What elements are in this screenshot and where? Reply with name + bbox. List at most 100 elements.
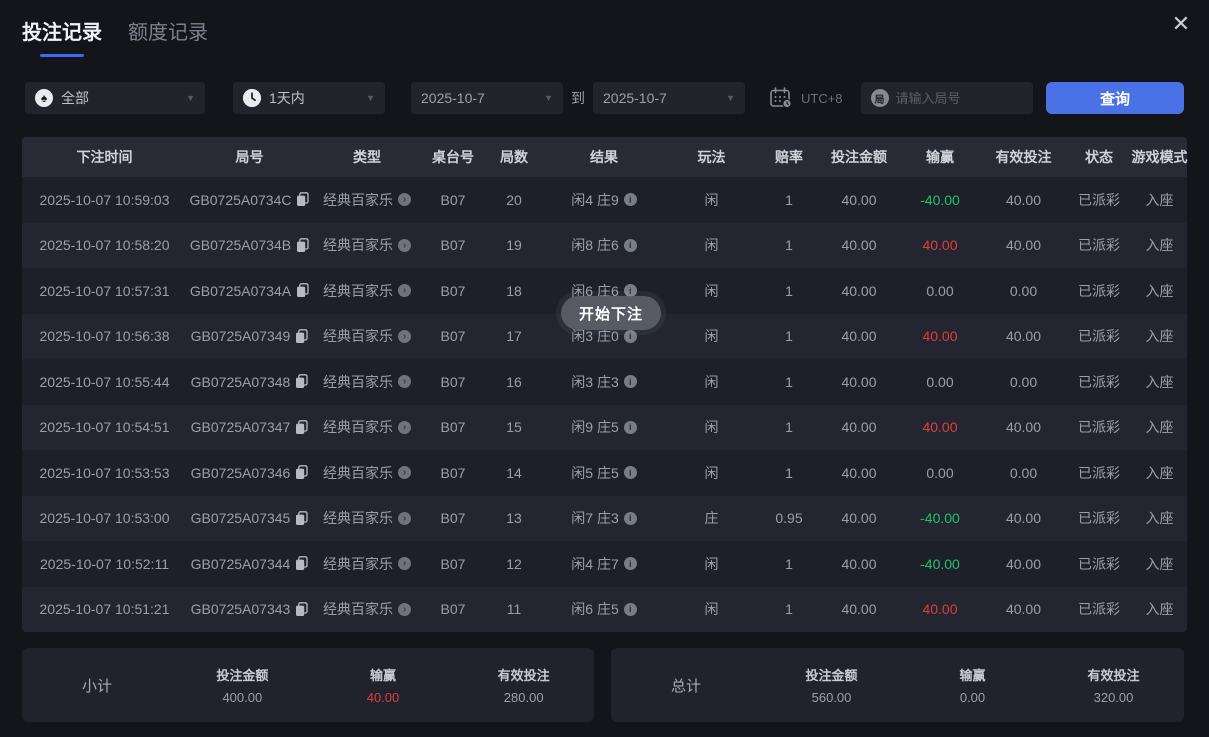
game-mode: 入座 (1132, 541, 1187, 587)
valid-bet-text: 40.00 (1006, 510, 1041, 526)
play-type-text: 闲 (705, 190, 719, 210)
game-info-icon[interactable]: › (398, 466, 411, 479)
game-info-icon[interactable]: › (398, 557, 411, 570)
round-search-input[interactable] (896, 91, 1023, 106)
play-type: 闲 (664, 177, 759, 223)
game-info-icon[interactable]: › (398, 239, 411, 252)
copy-icon[interactable] (295, 556, 308, 571)
bet-amount: 40.00 (819, 268, 899, 314)
game-type-text: 经典百家乐 (323, 281, 393, 301)
copy-icon[interactable] (295, 465, 308, 480)
bet-time-text: 2025-10-07 10:56:38 (40, 328, 170, 344)
valid-bet-text: 0.00 (1010, 465, 1037, 481)
game-info-icon[interactable]: › (398, 421, 411, 434)
game-info-icon[interactable]: › (398, 193, 411, 206)
round-number-text: 20 (506, 192, 522, 208)
valid-bet: 0.00 (981, 450, 1066, 496)
result-info-icon[interactable]: i (624, 193, 637, 206)
game-mode-text: 入座 (1146, 554, 1174, 574)
table-row: 2025-10-07 10:52:11GB0725A07344经典百家乐›B07… (22, 541, 1187, 587)
status-text: 已派彩 (1078, 554, 1120, 574)
result-info-icon[interactable]: i (624, 421, 637, 434)
copy-icon[interactable] (295, 420, 308, 435)
status-text: 已派彩 (1078, 326, 1120, 346)
table-number: B07 (422, 314, 484, 360)
play-type-text: 闲 (705, 599, 719, 619)
game-info-icon[interactable]: › (398, 512, 411, 525)
game-mode: 入座 (1132, 496, 1187, 542)
play-type: 闲 (664, 587, 759, 633)
game-type-value: 全部 (61, 88, 89, 108)
bet-time: 2025-10-07 10:57:31 (22, 268, 187, 314)
date-from-select[interactable]: 2025-10-7 ▼ (411, 82, 563, 114)
tab-bar: 投注记录 额度记录 (22, 16, 208, 57)
game-type: 经典百家乐› (312, 223, 422, 269)
copy-icon[interactable] (296, 283, 309, 298)
close-icon[interactable]: ✕ (1165, 8, 1197, 40)
game-info-icon[interactable]: › (398, 284, 411, 297)
win-loss: 0.00 (899, 268, 981, 314)
start-betting-toast: 开始下注 (561, 296, 661, 330)
result-info-icon[interactable]: i (624, 375, 637, 388)
copy-icon[interactable] (296, 192, 309, 207)
result-info-icon[interactable]: i (624, 512, 637, 525)
valid-bet: 0.00 (981, 359, 1066, 405)
bet-amount-text: 40.00 (841, 374, 876, 390)
win-loss: 40.00 (899, 223, 981, 269)
result: 闲6 庄5i (544, 587, 664, 633)
copy-icon[interactable] (295, 602, 308, 617)
time-range-value: 1天内 (269, 88, 305, 108)
table-row: 2025-10-07 10:53:00GB0725A07345经典百家乐›B07… (22, 496, 1187, 542)
game-type-text: 经典百家乐 (323, 417, 393, 437)
status: 已派彩 (1066, 223, 1132, 269)
table-number: B07 (422, 496, 484, 542)
result-info-icon[interactable]: i (624, 330, 637, 343)
subtotal-panel: 小计 投注金额400.00输赢40.00有效投注280.00 (22, 648, 594, 722)
valid-bet: 40.00 (981, 223, 1066, 269)
game-mode-text: 入座 (1146, 190, 1174, 210)
play-type: 闲 (664, 359, 759, 405)
odds-text: 1 (785, 283, 793, 299)
tab-betting-records[interactable]: 投注记录 (22, 16, 102, 57)
table-number-text: B07 (441, 419, 466, 435)
bet-time-text: 2025-10-07 10:55:44 (40, 374, 170, 390)
query-button[interactable]: 查询 (1046, 82, 1184, 114)
status: 已派彩 (1066, 450, 1132, 496)
win-loss-text: 0.00 (926, 374, 953, 390)
time-range-select[interactable]: 1天内 ▼ (233, 82, 385, 114)
odds-text: 1 (785, 328, 793, 344)
table-number-text: B07 (441, 601, 466, 617)
game-type-text: 经典百家乐 (323, 463, 393, 483)
status-text: 已派彩 (1078, 508, 1120, 528)
bet-amount-text: 40.00 (841, 419, 876, 435)
result-info-icon[interactable]: i (624, 557, 637, 570)
bet-amount-text: 40.00 (841, 556, 876, 572)
date-to-select[interactable]: 2025-10-7 ▼ (593, 82, 745, 114)
round-id: GB0725A07346 (187, 450, 312, 496)
result: 闲3 庄3i (544, 359, 664, 405)
game-mode: 入座 (1132, 314, 1187, 360)
round-number-text: 18 (506, 283, 522, 299)
result-info-icon[interactable]: i (624, 603, 637, 616)
win-loss: 40.00 (899, 587, 981, 633)
copy-icon[interactable] (296, 238, 309, 253)
result-info-icon[interactable]: i (624, 239, 637, 252)
game-info-icon[interactable]: › (398, 330, 411, 343)
bet-time-text: 2025-10-07 10:53:00 (40, 510, 170, 526)
round-id-text: GB0725A07349 (191, 328, 291, 344)
odds-text: 1 (785, 237, 793, 253)
game-info-icon[interactable]: › (398, 375, 411, 388)
odds: 1 (759, 587, 819, 633)
date-from-value: 2025-10-7 (421, 90, 485, 106)
calendar-clock-icon (769, 87, 793, 109)
column-header: 输赢 (899, 137, 981, 177)
table-row: 2025-10-07 10:54:51GB0725A07347经典百家乐›B07… (22, 405, 1187, 451)
game-info-icon[interactable]: › (398, 603, 411, 616)
tab-quota-records[interactable]: 额度记录 (128, 16, 208, 57)
copy-icon[interactable] (295, 329, 308, 344)
game-type-select[interactable]: ♠ 全部 ▼ (25, 82, 205, 114)
result-info-icon[interactable]: i (624, 466, 637, 479)
copy-icon[interactable] (295, 511, 308, 526)
win-loss: -40.00 (899, 177, 981, 223)
copy-icon[interactable] (295, 374, 308, 389)
